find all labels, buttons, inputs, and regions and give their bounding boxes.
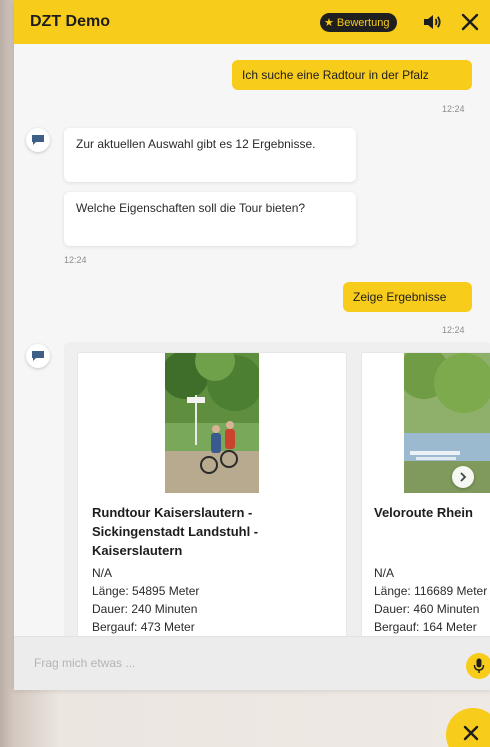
message-input-bar: Frag mich etwas ... xyxy=(14,636,490,690)
chat-title: DZT Demo xyxy=(30,13,110,30)
user-message: Ich suche eine Radtour in der Pfalz xyxy=(232,60,472,90)
message-timestamp: 12:24 xyxy=(442,325,465,335)
chat-bubble-icon xyxy=(32,351,44,361)
bot-message-text: Zur aktuellen Auswahl gibt es 12 Ergebni… xyxy=(76,137,316,151)
tour-duration: Dauer: 240 Minuten xyxy=(92,602,198,616)
tour-name: Veloroute Rhein xyxy=(374,505,473,520)
close-icon xyxy=(463,725,479,741)
tour-length: Länge: 116689 Meter xyxy=(374,584,488,598)
message-timestamp: 12:24 xyxy=(64,255,87,265)
carousel-next-button[interactable] xyxy=(452,466,474,488)
tour-duration: Dauer: 460 Minuten xyxy=(374,602,480,616)
tour-photo xyxy=(404,353,490,493)
user-message: Zeige Ergebnisse xyxy=(343,282,472,312)
user-message-text: Ich suche eine Radtour in der Pfalz xyxy=(242,68,429,82)
tour-photo xyxy=(165,353,259,493)
tour-name: Rundtour Kaiserslautern - Sickingenstadt… xyxy=(92,505,259,558)
tour-ascent: Bergauf: 473 Meter xyxy=(92,620,195,634)
microphone-button[interactable] xyxy=(466,653,490,679)
message-input[interactable]: Frag mich etwas ... xyxy=(34,656,135,670)
tour-card[interactable]: Rundtour Kaiserslautern - Sickingenstadt… xyxy=(77,352,347,652)
bot-message-text: Welche Eigenschaften soll die Tour biete… xyxy=(76,201,306,215)
bot-avatar xyxy=(26,128,50,152)
chat-header: DZT Demo ★ Bewertung xyxy=(14,0,490,44)
tour-rating: N/A xyxy=(374,566,395,580)
widget-close-button[interactable] xyxy=(446,708,490,747)
bot-message: Welche Eigenschaften soll die Tour biete… xyxy=(64,192,356,246)
tour-length: Länge: 54895 Meter xyxy=(92,584,200,598)
user-message-text: Zeige Ergebnisse xyxy=(353,290,447,304)
close-icon[interactable] xyxy=(458,10,482,34)
bot-message: Zur aktuellen Auswahl gibt es 12 Ergebni… xyxy=(64,128,356,182)
tour-card[interactable]: Veloroute Rhein N/A Länge: 116689 Meter … xyxy=(361,352,490,652)
chevron-right-icon xyxy=(460,472,467,482)
chat-bubble-icon xyxy=(32,135,44,145)
tour-ascent: Bergauf: 164 Meter xyxy=(374,620,477,634)
star-icon: ★ xyxy=(324,17,334,29)
tour-rating: N/A xyxy=(92,566,113,580)
message-timestamp: 12:24 xyxy=(442,104,465,114)
bot-avatar xyxy=(26,344,50,368)
speaker-icon[interactable] xyxy=(422,12,442,32)
microphone-icon xyxy=(473,658,485,673)
rating-button[interactable]: ★ Bewertung xyxy=(320,13,398,32)
chat-widget: DZT Demo ★ Bewertung Ich suche eine Radt… xyxy=(14,0,490,690)
rating-button-label: Bewertung xyxy=(336,16,390,29)
